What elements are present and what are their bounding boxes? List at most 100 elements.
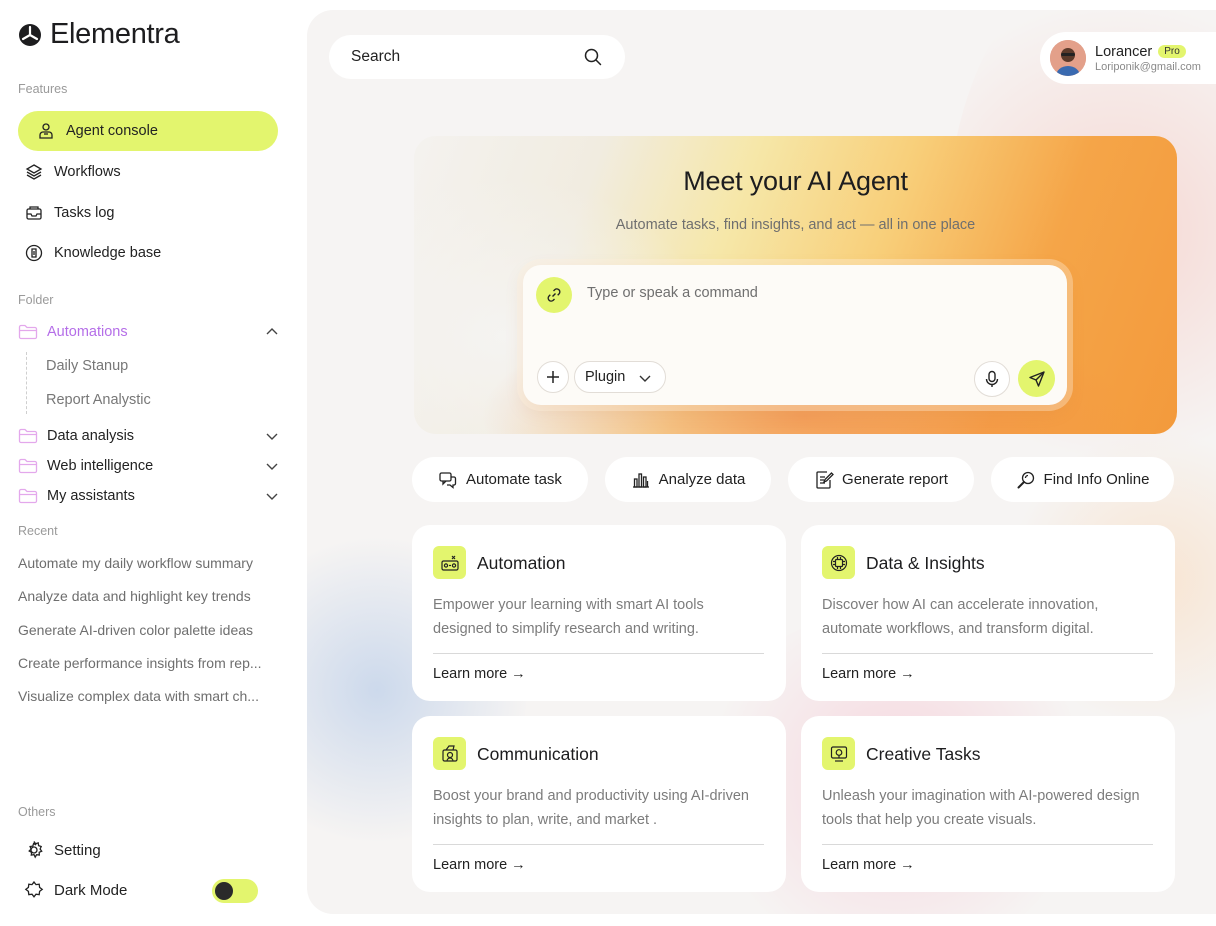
card-creative-tasks[interactable]: Creative Tasks Unleash your imagination … [801, 716, 1175, 892]
brand[interactable]: Elementra [18, 18, 180, 51]
generate-report-button[interactable]: Generate report [788, 457, 974, 502]
folder-icon [18, 457, 38, 475]
send-button[interactable] [1018, 360, 1055, 397]
subfolder-report-analystic[interactable]: Report Analystic [46, 392, 151, 408]
avatar [1050, 40, 1086, 76]
automate-task-button[interactable]: Automate task [412, 457, 588, 502]
agent-icon [36, 121, 56, 141]
hero-panel: Meet your AI Agent Automate tasks, find … [414, 136, 1177, 434]
nav-knowledge-base[interactable]: Knowledge base [18, 233, 278, 273]
command-input[interactable]: Type or speak a command [587, 285, 758, 301]
inbox-icon [24, 203, 44, 223]
chat-icon [438, 470, 458, 490]
dark-mode-toggle[interactable] [212, 879, 258, 903]
profile-card[interactable]: Lorancer Pro Loriponik@gmail.com [1040, 32, 1216, 84]
gear-icon [24, 840, 44, 860]
profile-name-row: Lorancer Pro [1095, 44, 1201, 60]
toggle-knob [215, 882, 233, 900]
app-root: Elementra Features Agent console Workflo… [0, 0, 1216, 926]
profile-email: Loriponik@gmail.com [1095, 60, 1201, 73]
communication-icon [433, 737, 466, 770]
chevron-up-icon [266, 328, 278, 335]
card-description: Discover how AI can accelerate innovatio… [822, 597, 1099, 637]
setting-label: Setting [54, 841, 101, 859]
others-section-label: Others [18, 805, 56, 819]
folder-icon [18, 487, 38, 505]
quick-action-label: Generate report [842, 471, 948, 488]
quick-action-label: Analyze data [658, 471, 746, 488]
hero-title: Meet your AI Agent [683, 166, 908, 196]
plugin-dropdown[interactable]: Plugin [574, 361, 666, 393]
setting-button[interactable]: Setting [24, 840, 101, 860]
card-divider [433, 653, 764, 654]
card-divider [433, 844, 764, 845]
folder-label: Data analysis [47, 428, 135, 444]
folder-label: Automations [47, 324, 128, 340]
nav-label: Agent console [66, 123, 158, 139]
folder-label: Web intelligence [47, 458, 154, 474]
layers-icon [24, 162, 44, 182]
recent-item[interactable]: Visualize complex data with smart ch... [18, 688, 280, 704]
learn-more-link[interactable]: Learn more → [433, 666, 526, 682]
card-title: Automation [477, 553, 566, 573]
nav-tasks-log[interactable]: Tasks log [18, 193, 278, 233]
plugin-label: Plugin [585, 369, 626, 385]
nav-label: Knowledge base [54, 245, 162, 261]
learn-more-link[interactable]: Learn more → [822, 666, 915, 682]
folder-icon [18, 427, 38, 445]
badge-star-icon [24, 880, 44, 900]
card-description: Empower your learning with smart AI tool… [433, 597, 704, 637]
recent-item[interactable]: Analyze data and highlight key trends [18, 588, 280, 604]
bar-chart-icon [631, 470, 651, 490]
nav-label: Tasks log [54, 205, 115, 221]
add-button[interactable] [537, 361, 569, 393]
subfolder-daily-stanup[interactable]: Daily Stanup [46, 358, 128, 374]
card-divider [822, 844, 1153, 845]
search-placeholder: Search [351, 48, 401, 65]
search-globe-icon [1016, 470, 1036, 490]
card-description: Unleash your imagination with AI-powered… [822, 788, 1140, 828]
chevron-down-icon [639, 375, 651, 382]
creative-icon [822, 737, 855, 770]
automation-icon [433, 546, 466, 579]
recent-item[interactable]: Generate AI-driven color palette ideas [18, 622, 280, 638]
card-automation[interactable]: Automation Empower your learning with sm… [412, 525, 786, 701]
folder-web-intelligence[interactable]: Web intelligence [18, 454, 280, 478]
nav-label: Workflows [54, 164, 121, 180]
recent-item[interactable]: Automate my daily workflow summary [18, 555, 280, 571]
attach-link-button[interactable] [536, 277, 572, 313]
folder-section-label: Folder [18, 293, 54, 307]
brand-name: Elementra [50, 18, 180, 50]
analyze-data-button[interactable]: Analyze data [605, 457, 771, 502]
nav-agent-console[interactable]: Agent console [18, 111, 278, 151]
search-icon[interactable] [583, 47, 603, 67]
command-box: Type or speak a command Plugin [523, 265, 1067, 405]
microphone-button[interactable] [974, 361, 1010, 397]
learn-more-link[interactable]: Learn more → [822, 857, 915, 873]
sidebar: Elementra Features Agent console Workflo… [0, 0, 300, 926]
learn-more-link[interactable]: Learn more → [433, 857, 526, 873]
folder-my-assistants[interactable]: My assistants [18, 484, 280, 508]
send-icon [1028, 370, 1045, 387]
report-icon [814, 470, 834, 490]
quick-action-label: Automate task [466, 471, 562, 488]
search-input[interactable]: Search [329, 35, 625, 79]
folder-data-analysis[interactable]: Data analysis [18, 424, 280, 448]
card-title: Creative Tasks [866, 744, 981, 764]
profile-name: Lorancer [1095, 43, 1153, 60]
card-title: Communication [477, 744, 599, 764]
folder-label: My assistants [47, 488, 135, 504]
nav-workflows[interactable]: Workflows [18, 152, 278, 192]
features-section-label: Features [18, 82, 68, 96]
hero-subtitle: Automate tasks, find insights, and act —… [615, 217, 976, 233]
recent-section-label: Recent [18, 524, 58, 538]
recent-item[interactable]: Create performance insights from rep... [18, 655, 280, 671]
tree-guide-line [26, 352, 27, 414]
folder-automations[interactable]: Automations [18, 320, 280, 344]
card-title: Data & Insights [866, 553, 985, 573]
card-data-insights[interactable]: Data & Insights Discover how AI can acce… [801, 525, 1175, 701]
chevron-down-icon [266, 493, 278, 500]
quick-action-label: Find Info Online [1043, 471, 1150, 488]
card-communication[interactable]: Communication Boost your brand and produ… [412, 716, 786, 892]
find-info-online-button[interactable]: Find Info Online [991, 457, 1174, 502]
